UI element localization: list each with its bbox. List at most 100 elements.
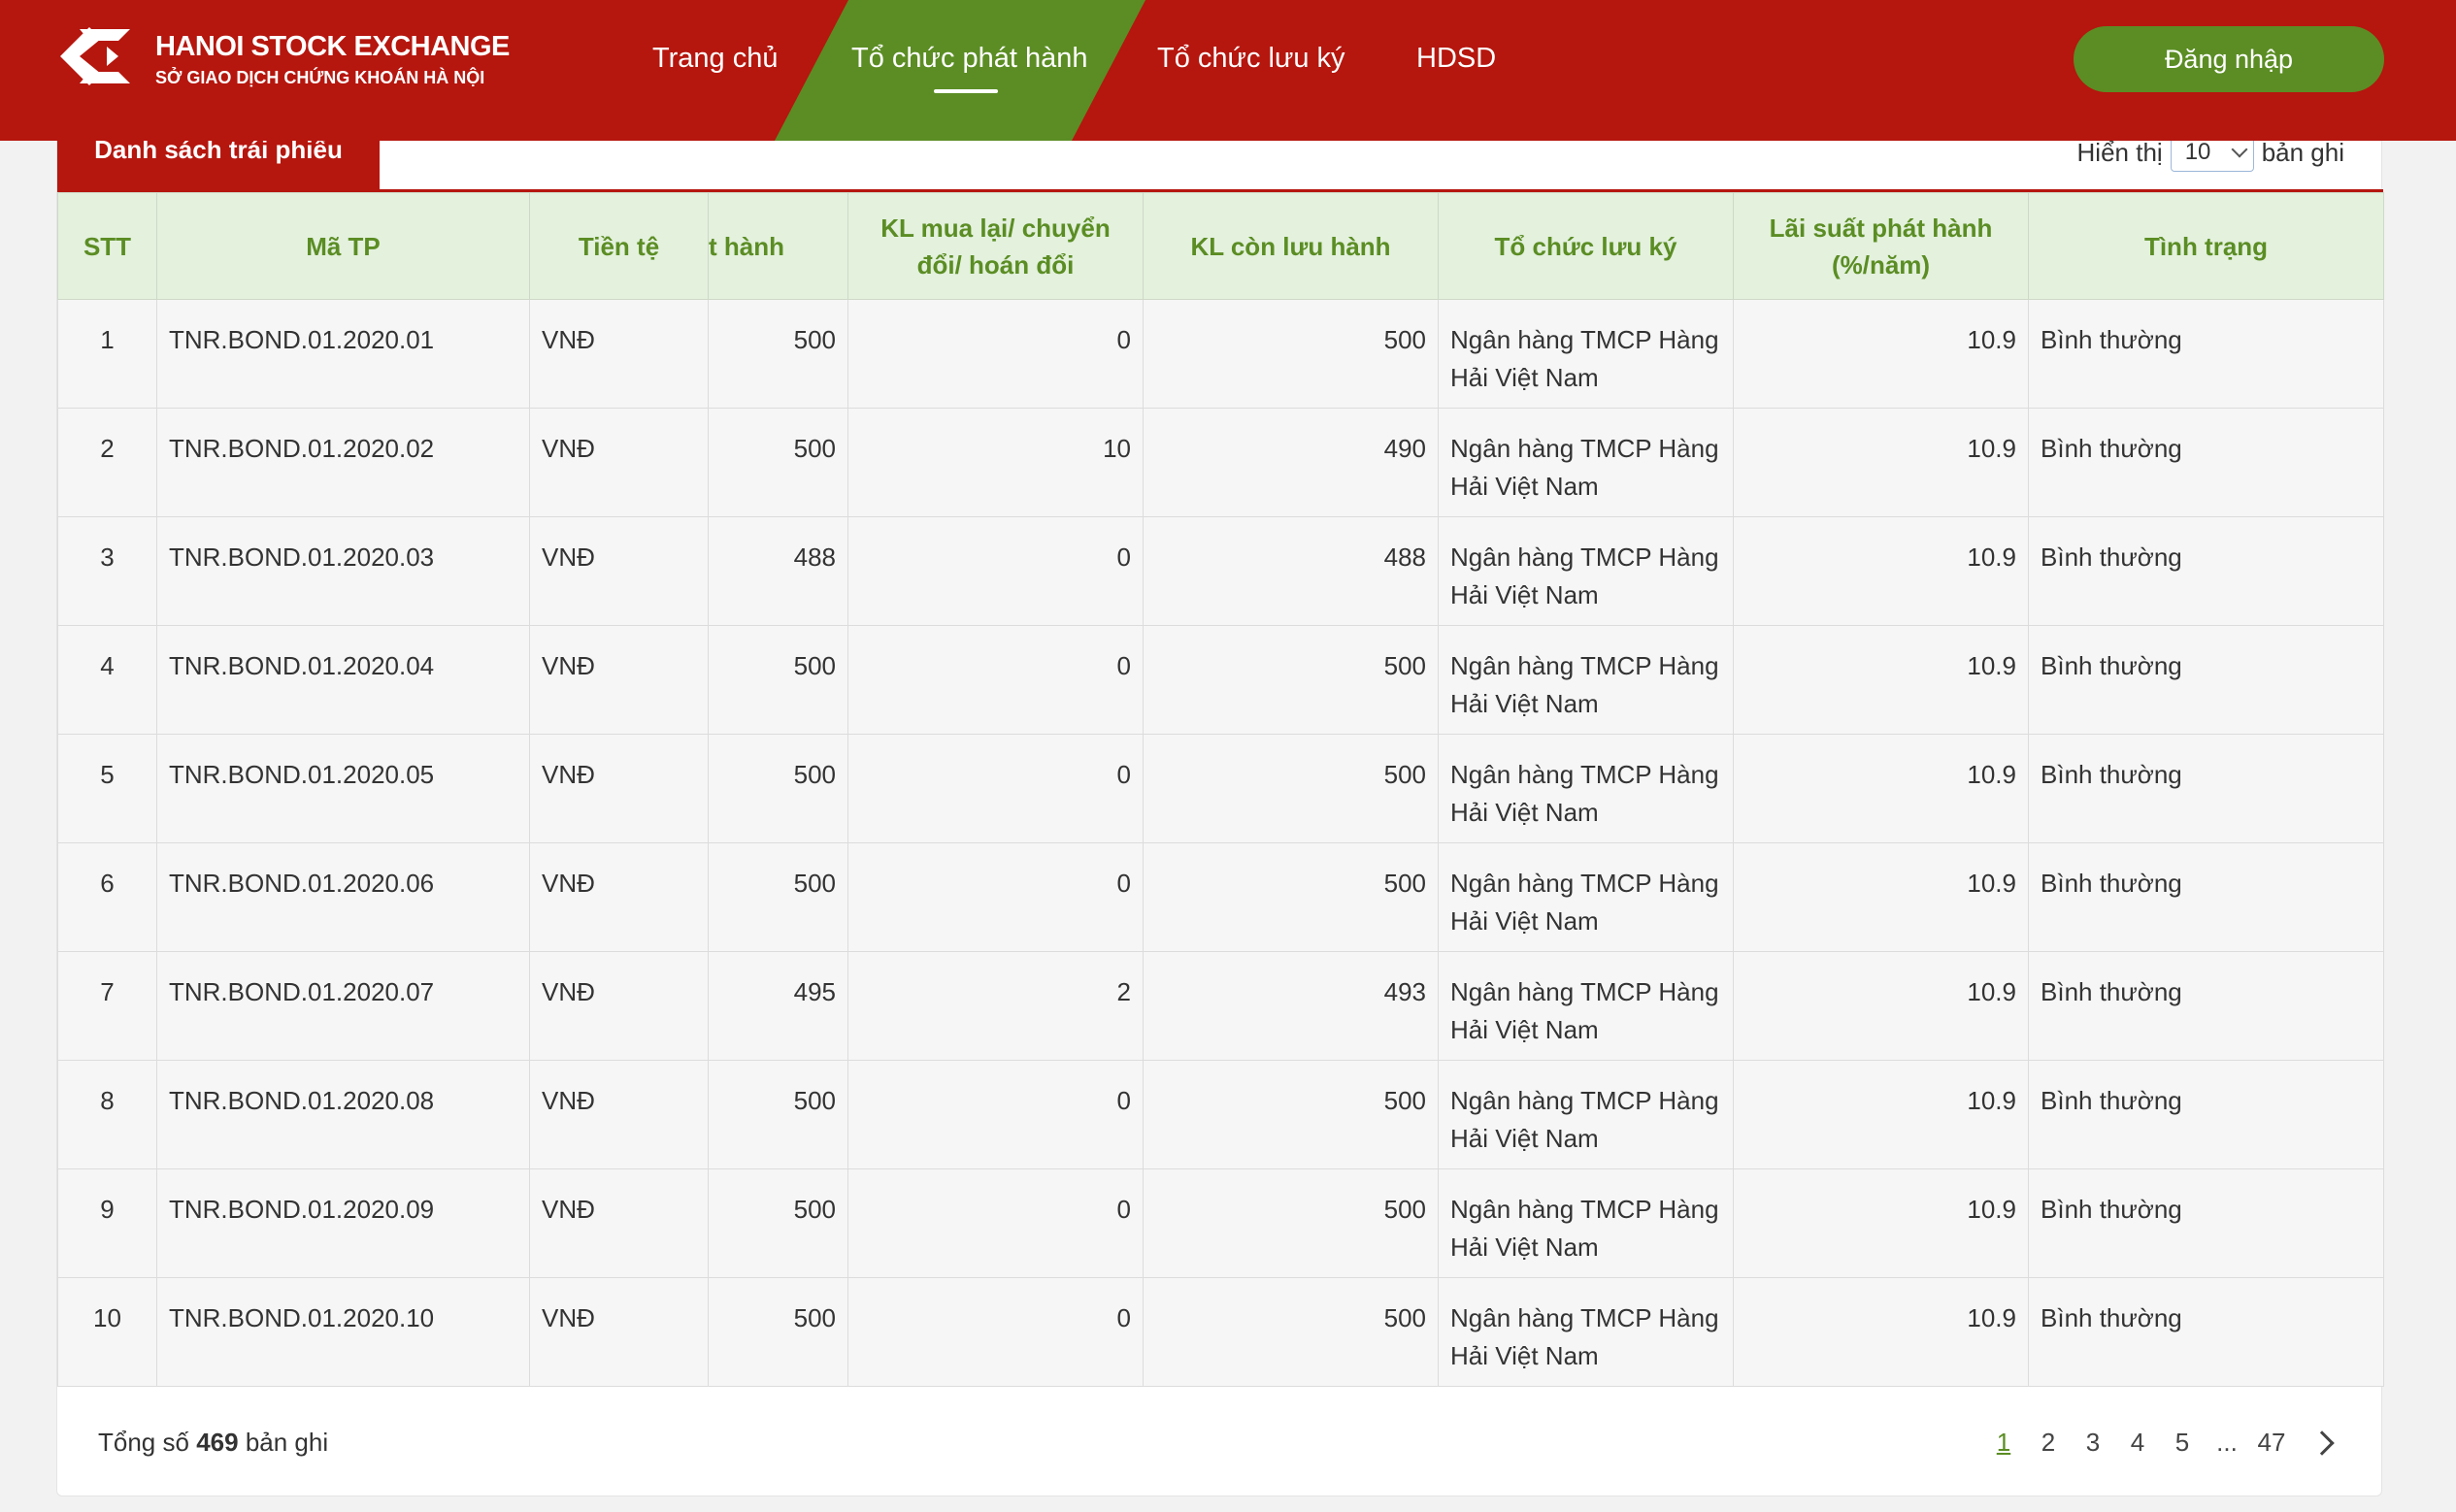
cell-custodian: Ngân hàng TMCP Hàng Hải Việt Nam [1438, 516, 1734, 626]
table-row[interactable]: 5 TNR.BOND.01.2020.05 VNĐ 500 0 500 Ngân hàng … [57, 734, 2384, 843]
nav-home[interactable]: Trang chủ [652, 43, 779, 75]
cell-stt: 6 [57, 842, 157, 952]
cell-status: Bình thường [2028, 516, 2384, 626]
cell-custodian: Ngân hàng TMCP Hàng Hải Việt Nam [1438, 299, 1734, 409]
cell-status: Bình thường [2028, 1168, 2384, 1278]
cell-status: Bình thường [2028, 408, 2384, 517]
page-link-47[interactable]: 47 [2249, 1428, 2294, 1458]
table-row[interactable]: 4 TNR.BOND.01.2020.04 VNĐ 500 0 500 Ngân hàng … [57, 625, 2384, 735]
cell-custodian: Ngân hàng TMCP Hàng Hải Việt Nam [1438, 951, 1734, 1061]
table-row[interactable]: 10 TNR.BOND.01.2020.10 VNĐ 500 0 500 Ngân hàng… [57, 1277, 2384, 1387]
cell-repurchased-volume: 0 [847, 842, 1144, 952]
cell-repurchased-volume: 0 [847, 1168, 1144, 1278]
nav-user-guide[interactable]: HDSD [1416, 43, 1496, 75]
table-row[interactable]: 6 TNR.BOND.01.2020.06 VNĐ 500 0 500 Ngân hàng … [57, 842, 2384, 952]
hnx-logo-icon[interactable] [50, 17, 140, 95]
cell-bond-code: TNR.BOND.01.2020.07 [156, 951, 530, 1061]
cell-outstanding-volume: 500 [1143, 625, 1439, 735]
total-records: Tổng số 469 bản ghi [98, 1428, 329, 1457]
page-link-5[interactable]: 5 [2160, 1428, 2205, 1458]
login-button[interactable]: Đăng nhập [2074, 26, 2384, 92]
cell-outstanding-volume: 500 [1143, 1168, 1439, 1278]
total-count: 469 [196, 1428, 239, 1457]
header-outstanding-volume[interactable]: KL còn lưu hành [1143, 192, 1439, 300]
cell-bond-code: TNR.BOND.01.2020.08 [156, 1060, 530, 1169]
nav-active-underline [934, 89, 998, 93]
table-row[interactable]: 8 TNR.BOND.01.2020.08 VNĐ 500 0 500 Ngân hàng … [57, 1060, 2384, 1169]
cell-stt: 2 [57, 408, 157, 517]
cell-custodian: Ngân hàng TMCP Hàng Hải Việt Nam [1438, 1168, 1734, 1278]
cell-status: Bình thường [2028, 1060, 2384, 1169]
cell-repurchased-volume: 0 [847, 299, 1144, 409]
cell-bond-code: TNR.BOND.01.2020.03 [156, 516, 530, 626]
header-stt[interactable]: STT [57, 192, 157, 300]
page-size-value: 10 [2184, 139, 2211, 165]
page-link-2[interactable]: 2 [2026, 1428, 2071, 1458]
cell-interest-rate: 10.9 [1733, 299, 2029, 409]
table-header-row: STT Mã TP Tiền tệ t hành KL mua lại/ chu… [57, 192, 2384, 300]
cell-outstanding-volume: 500 [1143, 842, 1439, 952]
cell-interest-rate: 10.9 [1733, 734, 2029, 843]
table-row[interactable]: 2 TNR.BOND.01.2020.02 VNĐ 500 10 490 Ngân hàng… [57, 408, 2384, 517]
cell-bond-code: TNR.BOND.01.2020.02 [156, 408, 530, 517]
cell-outstanding-volume: 490 [1143, 408, 1439, 517]
brand-title: HANOI STOCK EXCHANGE [155, 31, 510, 62]
cell-custodian: Ngân hàng TMCP Hàng Hải Việt Nam [1438, 408, 1734, 517]
header-status[interactable]: Tình trạng [2028, 192, 2384, 300]
header-custodian[interactable]: Tổ chức lưu ký [1438, 192, 1734, 300]
cell-status: Bình thường [2028, 625, 2384, 735]
page-ellipsis: ... [2216, 1428, 2238, 1457]
pagination: 1 2 3 4 5 ... 47 [1981, 1428, 2335, 1458]
page-link-4[interactable]: 4 [2115, 1428, 2160, 1458]
cell-status: Bình thường [2028, 1277, 2384, 1387]
cell-issued-volume: 488 [708, 516, 848, 626]
show-label: Hiển thị [2076, 137, 2163, 167]
cell-currency: VNĐ [529, 1060, 709, 1169]
cell-interest-rate: 10.9 [1733, 1060, 2029, 1169]
cell-custodian: Ngân hàng TMCP Hàng Hải Việt Nam [1438, 1060, 1734, 1169]
table-row[interactable]: 9 TNR.BOND.01.2020.09 VNĐ 500 0 500 Ngân hàng … [57, 1168, 2384, 1278]
cell-interest-rate: 10.9 [1733, 625, 2029, 735]
cell-currency: VNĐ [529, 625, 709, 735]
cell-currency: VNĐ [529, 299, 709, 409]
cell-currency: VNĐ [529, 408, 709, 517]
header-currency[interactable]: Tiền tệ [529, 192, 709, 300]
header-issued-volume[interactable]: t hành [708, 192, 848, 300]
page-link-1[interactable]: 1 [1981, 1428, 2026, 1458]
cell-stt: 1 [57, 299, 157, 409]
cell-outstanding-volume: 488 [1143, 516, 1439, 626]
cell-outstanding-volume: 500 [1143, 299, 1439, 409]
cell-issued-volume: 500 [708, 625, 848, 735]
table-row[interactable]: 1 TNR.BOND.01.2020.01 VNĐ 500 0 500 Ngân hàng … [57, 299, 2384, 409]
cell-repurchased-volume: 0 [847, 1277, 1144, 1387]
cell-currency: VNĐ [529, 734, 709, 843]
header-bond-code[interactable]: Mã TP [156, 192, 530, 300]
header-repurchased-volume[interactable]: KL mua lại/ chuyển đổi/ hoán đổi [847, 192, 1144, 300]
cell-repurchased-volume: 2 [847, 951, 1144, 1061]
cell-repurchased-volume: 0 [847, 1060, 1144, 1169]
cell-outstanding-volume: 500 [1143, 734, 1439, 843]
nav-issuers[interactable]: Tổ chức phát hành [851, 43, 1088, 75]
cell-interest-rate: 10.9 [1733, 951, 2029, 1061]
records-label: bản ghi [2261, 137, 2344, 167]
cell-currency: VNĐ [529, 516, 709, 626]
cell-custodian: Ngân hàng TMCP Hàng Hải Việt Nam [1438, 734, 1734, 843]
cell-stt: 8 [57, 1060, 157, 1169]
page-link-3[interactable]: 3 [2071, 1428, 2115, 1458]
cell-stt: 9 [57, 1168, 157, 1278]
bond-list-panel: Danh sách trái phiếu Hiển thị 10 bản ghi… [56, 97, 2384, 1496]
table-row[interactable]: 3 TNR.BOND.01.2020.03 VNĐ 488 0 488 Ngân hàng … [57, 516, 2384, 626]
table-row[interactable]: 7 TNR.BOND.01.2020.07 VNĐ 495 2 493 Ngân hàng … [57, 951, 2384, 1061]
cell-custodian: Ngân hàng TMCP Hàng Hải Việt Nam [1438, 625, 1734, 735]
cell-repurchased-volume: 0 [847, 734, 1144, 843]
cell-issued-volume: 495 [708, 951, 848, 1061]
cell-bond-code: TNR.BOND.01.2020.05 [156, 734, 530, 843]
chevron-right-icon[interactable] [2309, 1430, 2335, 1456]
cell-issued-volume: 500 [708, 842, 848, 952]
chevron-down-icon [2231, 141, 2248, 158]
cell-repurchased-volume: 10 [847, 408, 1144, 517]
nav-custodians[interactable]: Tổ chức lưu ký [1157, 43, 1345, 75]
header-interest-rate[interactable]: Lãi suất phát hành (%/năm) [1733, 192, 2029, 300]
cell-interest-rate: 10.9 [1733, 408, 2029, 517]
cell-interest-rate: 10.9 [1733, 1168, 2029, 1278]
